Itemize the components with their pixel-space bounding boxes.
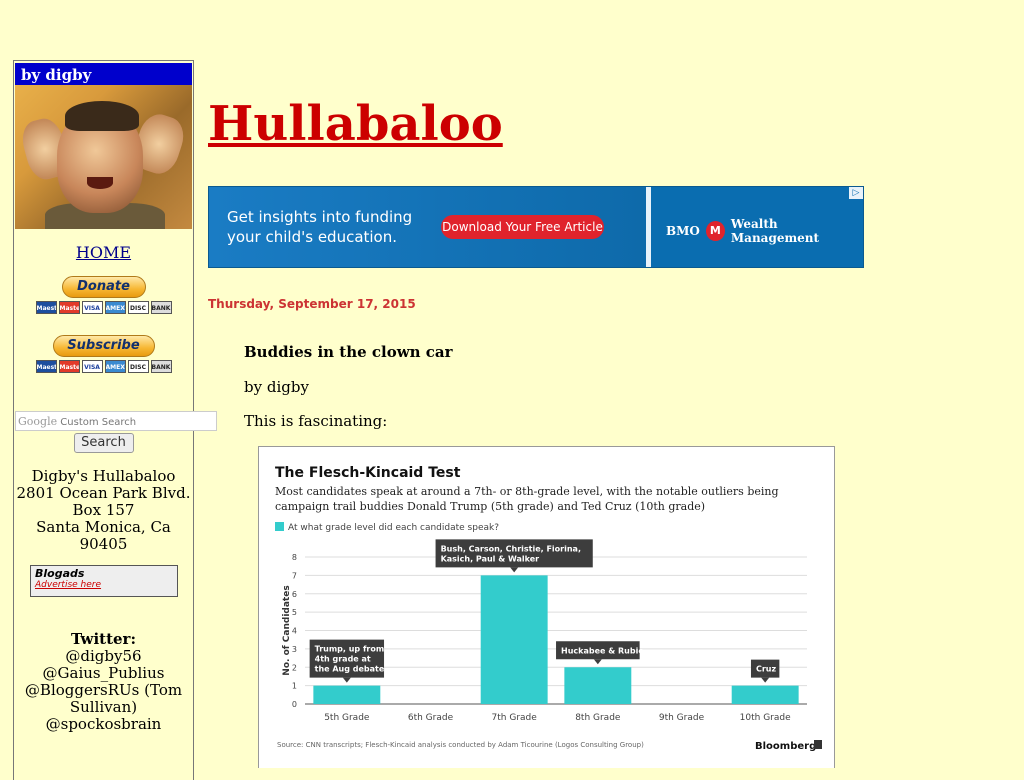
donate-section: Donate Maestro Master VISA AMEX DISC BAN… xyxy=(14,276,193,314)
bloomberg-mark-icon xyxy=(814,740,822,749)
chart-source: Source: CNN transcripts; Flesch-Kincaid … xyxy=(277,741,644,749)
donate-button[interactable]: Donate xyxy=(61,276,146,298)
twitter-section: Twitter: @digby56 @Gaius_Publius @Blogge… xyxy=(14,631,193,733)
mastercard-icon: Master xyxy=(58,301,80,314)
post-intro: This is fascinating: xyxy=(244,412,388,430)
bank-icon: BANK xyxy=(150,301,172,314)
legend-swatch xyxy=(275,522,284,531)
bmo-brand: BMO M Wealth Management xyxy=(666,217,863,245)
annotation-label: Kasich, Paul & Walker xyxy=(441,554,540,563)
annotation-label: Huckabee & Rubio xyxy=(561,646,644,655)
y-tick-label: 6 xyxy=(292,590,297,599)
post-date: Thursday, September 17, 2015 xyxy=(208,297,416,311)
mastercard-icon: Master xyxy=(58,360,80,373)
search-placeholder: Custom Search xyxy=(60,417,137,428)
advertise-link[interactable]: Advertise here xyxy=(35,580,173,590)
annotation-label: 4th grade at xyxy=(315,655,371,664)
address-line: 2801 Ocean Park Blvd. xyxy=(16,484,191,502)
annotation-label: Bush, Carson, Christie, Fiorina, xyxy=(441,544,581,553)
adchoices-icon[interactable]: ▷ xyxy=(849,187,863,199)
amex-card-icon: AMEX xyxy=(104,360,126,373)
sidebar-header: by digby xyxy=(15,63,192,85)
chart-subtitle: Most candidates speak at around a 7th- o… xyxy=(275,485,779,498)
annotation-pointer xyxy=(593,659,602,665)
annotation-label: Cruz xyxy=(756,665,777,674)
post-title: Buddies in the clown car xyxy=(244,343,453,361)
visa-card-icon: VISA xyxy=(81,301,103,314)
bmo-logo-icon: M xyxy=(705,221,725,241)
bloomberg-logo: Bloomberg xyxy=(755,741,816,752)
blog-title-link[interactable]: Hullabaloo xyxy=(208,96,503,152)
address-line: Santa Monica, Ca 90405 xyxy=(36,518,171,553)
maestro-card-icon: Maestro xyxy=(35,360,57,373)
blogads-box: Blogads Advertise here xyxy=(30,565,178,597)
ad-line: Get insights into funding xyxy=(227,208,413,226)
chart-bar xyxy=(564,667,632,704)
x-tick-label: 10th Grade xyxy=(740,713,791,723)
subscribe-section: Subscribe Maestro Master VISA AMEX DISC … xyxy=(14,335,193,373)
chart-subtitle: campaign trail buddies Donald Trump (5th… xyxy=(275,500,705,513)
annotation-label: the Aug debate xyxy=(315,665,385,674)
y-tick-label: 5 xyxy=(292,608,297,617)
bmo-text: BMO xyxy=(666,224,700,238)
twitter-handle[interactable]: @Gaius_Publius xyxy=(14,665,193,682)
post-byline: by digby xyxy=(244,378,309,396)
author-portrait xyxy=(15,85,192,229)
payment-cards: Maestro Master VISA AMEX DISC BANK xyxy=(14,360,193,373)
amex-card-icon: AMEX xyxy=(104,301,126,314)
address-line: Box 157 xyxy=(72,501,135,519)
x-tick-label: 5th Grade xyxy=(324,713,370,723)
y-axis-label: No. of Candidates xyxy=(282,585,292,675)
blogads-title: Blogads xyxy=(35,567,85,580)
annotation-pointer xyxy=(510,567,519,573)
twitter-handle[interactable]: @spockosbrain xyxy=(14,716,193,733)
x-tick-label: 7th Grade xyxy=(492,713,538,723)
ad-text: Get insights into funding your child's e… xyxy=(227,207,412,247)
chart-title: The Flesch-Kincaid Test xyxy=(275,465,461,481)
y-tick-label: 1 xyxy=(292,682,297,691)
maestro-card-icon: Maestro xyxy=(35,301,57,314)
y-tick-label: 7 xyxy=(292,571,297,580)
home-link[interactable]: HOME xyxy=(14,243,193,262)
address-line: Digby's Hullabaloo xyxy=(31,467,176,485)
twitter-handle[interactable]: Sullivan) xyxy=(14,699,193,716)
twitter-handle[interactable]: @BloggersRUs (Tom xyxy=(14,682,193,699)
chart-bar xyxy=(480,575,548,704)
chart-bar xyxy=(313,685,381,704)
x-tick-label: 8th Grade xyxy=(575,713,621,723)
legend-label: At what grade level did each candidate s… xyxy=(288,523,499,533)
payment-cards: Maestro Master VISA AMEX DISC BANK xyxy=(14,301,193,314)
flesch-kincaid-chart: The Flesch-Kincaid Test Most candidates s… xyxy=(258,446,835,768)
annotation-pointer xyxy=(761,677,770,683)
banner-ad[interactable]: Get insights into funding your child's e… xyxy=(208,186,864,268)
y-tick-label: 3 xyxy=(292,645,297,654)
bmo-wealth-text: Wealth Management xyxy=(730,217,820,245)
ad-line: your child's education. xyxy=(227,228,398,246)
discover-card-icon: DISC xyxy=(127,360,149,373)
y-tick-label: 2 xyxy=(292,663,297,672)
mailing-address: Digby's Hullabaloo 2801 Ocean Park Blvd.… xyxy=(14,468,193,553)
visa-card-icon: VISA xyxy=(81,360,103,373)
y-tick-label: 8 xyxy=(292,553,297,562)
discover-card-icon: DISC xyxy=(127,301,149,314)
chart-svg: The Flesch-Kincaid Test Most candidates s… xyxy=(275,465,822,752)
twitter-handle[interactable]: @digby56 xyxy=(14,648,193,665)
google-logo: Google xyxy=(18,415,58,428)
search-input[interactable]: Google Custom Search xyxy=(15,411,217,431)
annotation-pointer xyxy=(342,677,351,683)
sidebar: by digby HOME Donate Maestro Master VISA… xyxy=(13,60,217,780)
x-tick-label: 6th Grade xyxy=(408,713,454,723)
y-tick-label: 4 xyxy=(292,627,297,636)
subscribe-button[interactable]: Subscribe xyxy=(52,335,155,357)
y-tick-label: 0 xyxy=(292,700,297,709)
ad-download-button[interactable]: Download Your Free Article xyxy=(441,215,604,239)
bank-icon: BANK xyxy=(150,360,172,373)
annotation-label: Trump, up from xyxy=(315,645,385,654)
chart-bar xyxy=(731,685,799,704)
twitter-heading: Twitter: xyxy=(71,630,136,648)
x-tick-label: 9th Grade xyxy=(659,713,705,723)
search-button[interactable]: Search xyxy=(73,433,134,453)
